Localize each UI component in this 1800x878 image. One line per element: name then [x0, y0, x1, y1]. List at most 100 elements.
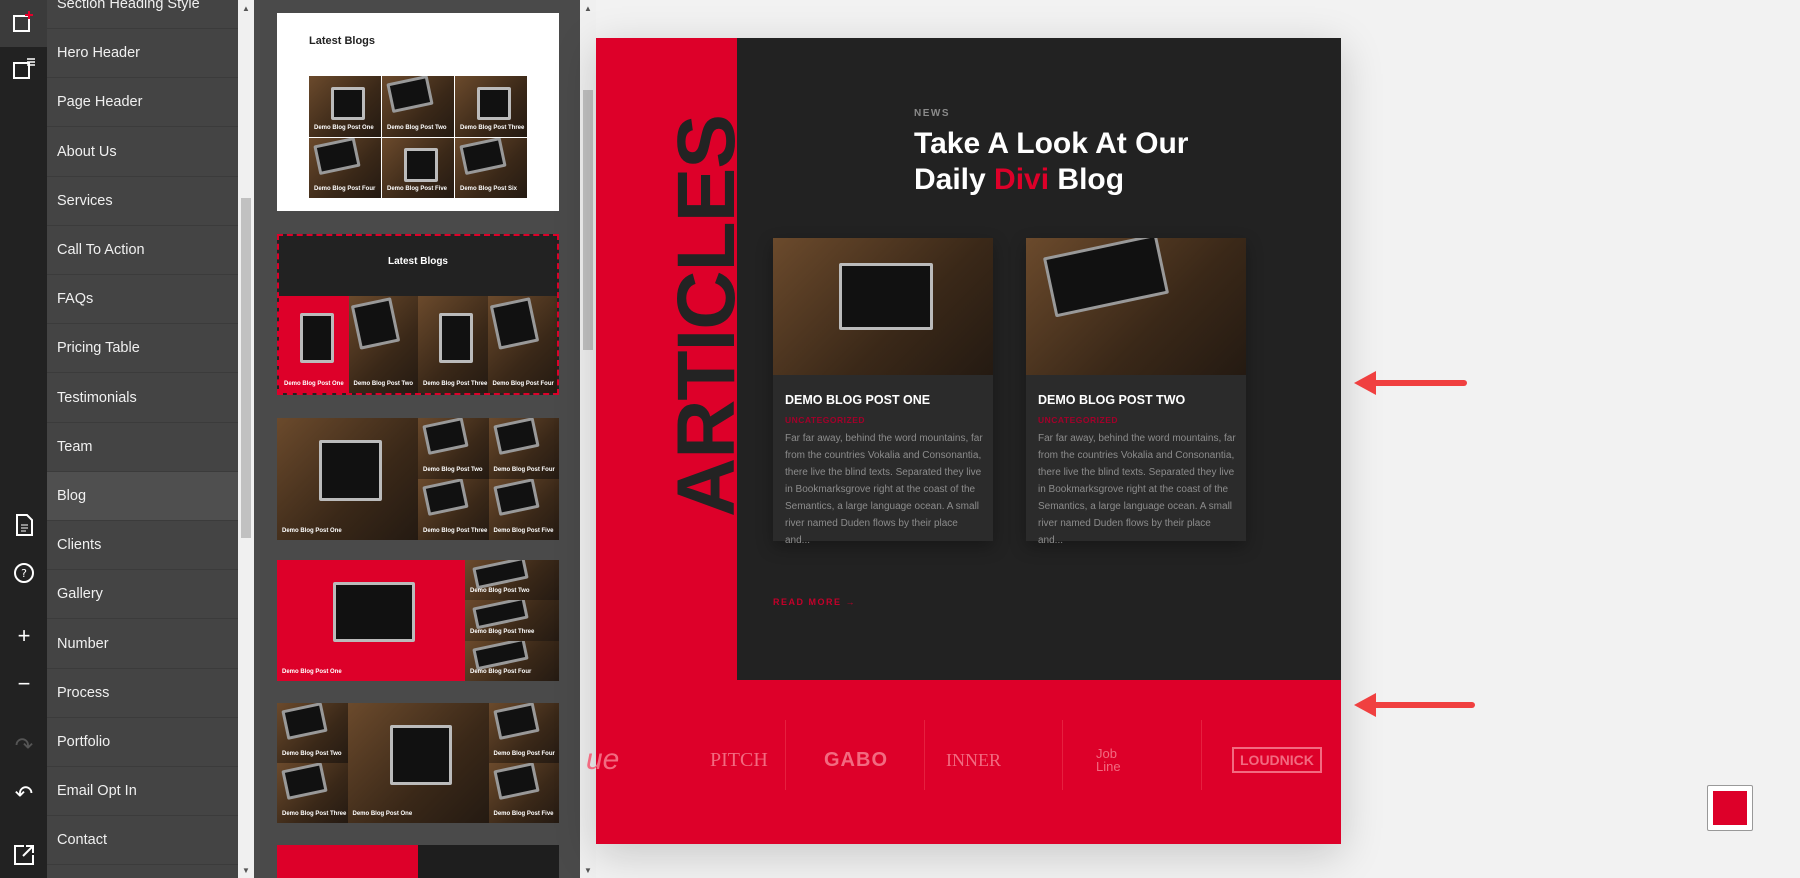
thumbnail-post-title: Demo Blog Post Three [423, 528, 488, 534]
help-icon[interactable]: ? [12, 562, 36, 586]
layout-preview: ARTICLES NEWS Take A Look At Our Daily D… [586, 38, 1341, 844]
title-line-1: Take A Look At Our [914, 127, 1189, 160]
thumbnail-post-title: Demo Blog Post One [282, 668, 342, 675]
thumbnail-post-title: Demo Blog Post Five [387, 186, 448, 192]
scrollbar-thumb[interactable] [241, 198, 251, 538]
scroll-down-arrow[interactable]: ▼ [242, 866, 250, 875]
category-item-email-opt-in[interactable]: Email Opt In [47, 767, 238, 817]
thumbnail-post-tile: Demo Blog Post Five [382, 137, 454, 198]
layout-thumbnail-6[interactable] [277, 845, 559, 878]
thumbnail-post-tile: Demo Blog Post Three [465, 600, 559, 641]
layout-thumbnail-4[interactable]: Demo Blog Post One Demo Blog Post Two Demo… [277, 560, 559, 681]
page-icon[interactable] [12, 513, 36, 537]
swatch-color [1713, 791, 1747, 825]
category-item-about-us[interactable]: About Us [47, 128, 238, 177]
thumbnail-post-title: Demo Blog Post Two [423, 467, 483, 473]
layout-thumbnail-5[interactable]: Demo Blog Post Two Demo Blog Post One Demo… [277, 703, 559, 823]
scroll-up-arrow[interactable]: ▲ [584, 4, 592, 13]
title-text: Blog [1049, 163, 1125, 196]
thumbnail-post-title: Demo Blog Post Four [470, 668, 532, 675]
category-item-page-header[interactable]: Page Header [47, 78, 238, 128]
export-icon[interactable] [12, 843, 36, 867]
thumbnail-post-title: Demo Blog Post Three [282, 811, 347, 817]
post-title[interactable]: DEMO BLOG POST ONE [785, 393, 930, 407]
category-item-pricing-table[interactable]: Pricing Table [47, 324, 238, 374]
category-item-gallery[interactable]: Gallery [47, 570, 238, 620]
thumbnail-post-tile: Demo Blog Post Three [418, 479, 489, 540]
thumbnail-post-title: Demo Blog Post Four [492, 381, 554, 387]
svg-text:?: ? [21, 567, 27, 580]
layouts-icon[interactable] [12, 57, 36, 81]
thumbnail-post-tile: Demo Blog Post One [279, 296, 349, 393]
post-image [1026, 238, 1246, 375]
thumbnail-post-title: Demo Blog Post Six [460, 186, 518, 192]
client-logos-band: ue PITCH GABO INNER Job Line LOUDNICK [586, 680, 1341, 844]
thumbnail-post-title: Demo Blog Post Three [460, 124, 525, 131]
category-item-blog[interactable]: Blog [47, 472, 238, 521]
section-eyebrow: NEWS [914, 108, 950, 119]
divider [1062, 720, 1063, 790]
thumbnail-post-tile: Demo Blog Post Four [488, 418, 559, 479]
read-more-link[interactable]: READ MORE → [773, 597, 856, 607]
category-item-number[interactable]: Number [47, 620, 238, 669]
thumbnail-post-tile: Demo Blog Post One [347, 703, 489, 823]
thumbnail-post-tile: Demo Blog Post Two [418, 418, 489, 479]
redo-icon[interactable]: ↷ [12, 734, 36, 758]
thumbnail-post-title: Demo Blog Post Two [282, 751, 342, 757]
add-section-icon[interactable] [12, 10, 36, 34]
scroll-up-arrow[interactable]: ▲ [242, 4, 250, 13]
thumbnail-post-title: Demo Blog Post One [314, 124, 374, 131]
scrollbar-thumb[interactable] [583, 90, 593, 350]
title-accent: Divi [994, 163, 1050, 196]
thumbnail-post-title: Demo Blog Post Four [493, 751, 555, 757]
color-swatch-button[interactable] [1707, 785, 1753, 831]
layout-thumbnail-2-selected[interactable]: Latest Blogs Demo Blog Post One Demo Blog… [277, 234, 559, 395]
client-logo: ue [586, 743, 620, 776]
title-line-2: Daily Divi Blog [914, 162, 1188, 198]
divider [785, 720, 786, 790]
zoom-in-icon[interactable]: + [12, 624, 36, 648]
thumbnail-post-tile: Demo Blog Post Five [488, 763, 559, 823]
category-item-team[interactable]: Team [47, 423, 238, 472]
thumbnail-post-title: Demo Blog Post Two [470, 588, 530, 595]
thumbnail-post-tile: Demo Blog Post Four [465, 640, 559, 681]
thumbnail-post-tile: Demo Blog Post Two [277, 703, 348, 763]
thumbnail-post-title: Demo Blog Post One [282, 528, 342, 534]
category-item-section-heading-style[interactable]: Section Heading Style [47, 0, 238, 29]
thumbnail-post-tile: Demo Blog Post Four [488, 703, 559, 763]
post-category[interactable]: UNCATEGORIZED [785, 415, 865, 425]
category-item-process[interactable]: Process [47, 669, 238, 718]
thumbnail-post-tile: Demo Blog Post Six [455, 137, 527, 198]
client-logo: Job Line [1096, 746, 1121, 774]
icon-toolbar: ? + − ↷ ↶ [0, 0, 47, 878]
category-scrollbar[interactable]: ▲ ▼ [238, 0, 254, 878]
category-item-call-to-action[interactable]: Call To Action [47, 226, 238, 275]
thumbnail-post-title: Demo Blog Post Three [470, 628, 535, 635]
thumbnail-post-tile: Demo Blog Post Three [455, 76, 527, 137]
post-category[interactable]: UNCATEGORIZED [1038, 415, 1118, 425]
blog-post-card[interactable]: DEMO BLOG POST TWO UNCATEGORIZED Far far… [1026, 238, 1246, 546]
category-item-services[interactable]: Services [47, 177, 238, 226]
zoom-out-icon[interactable]: − [12, 672, 36, 696]
blog-post-card[interactable]: DEMO BLOG POST ONE UNCATEGORIZED Far far… [773, 238, 993, 546]
category-item-portfolio[interactable]: Portfolio [47, 718, 238, 767]
scroll-down-arrow[interactable]: ▼ [584, 866, 592, 875]
layout-thumbnail-3[interactable]: Demo Blog Post One Demo Blog Post Two Demo… [277, 418, 559, 540]
category-item-testimonials[interactable]: Testimonials [47, 374, 238, 423]
thumbnail-post-tile: Demo Blog Post One [277, 560, 465, 681]
thumbnail-post-title: Demo Blog Post Three [423, 381, 488, 387]
thumbnail-post-tile: Demo Blog Post Five [488, 479, 559, 540]
thumbnail-post-tile: Demo Blog Post One [277, 418, 418, 540]
thumbnail-post-title: Demo Blog Post One [352, 811, 413, 817]
layout-thumbnail-1[interactable]: Latest Blogs Demo Blog Post One Demo Blog… [277, 13, 559, 211]
category-item-clients[interactable]: Clients [47, 521, 238, 571]
thumbnail-post-tile: Demo Blog Post Two [348, 296, 418, 393]
post-image [773, 238, 993, 375]
category-item-hero-header[interactable]: Hero Header [47, 29, 238, 79]
undo-icon[interactable]: ↶ [12, 782, 36, 806]
category-item-faqs[interactable]: FAQs [47, 275, 238, 325]
post-excerpt: Far far away, behind the word mountains,… [1038, 433, 1236, 546]
post-title[interactable]: DEMO BLOG POST TWO [1038, 393, 1185, 407]
category-item-contact[interactable]: Contact [47, 816, 238, 866]
annotation-arrow [1354, 371, 1467, 395]
